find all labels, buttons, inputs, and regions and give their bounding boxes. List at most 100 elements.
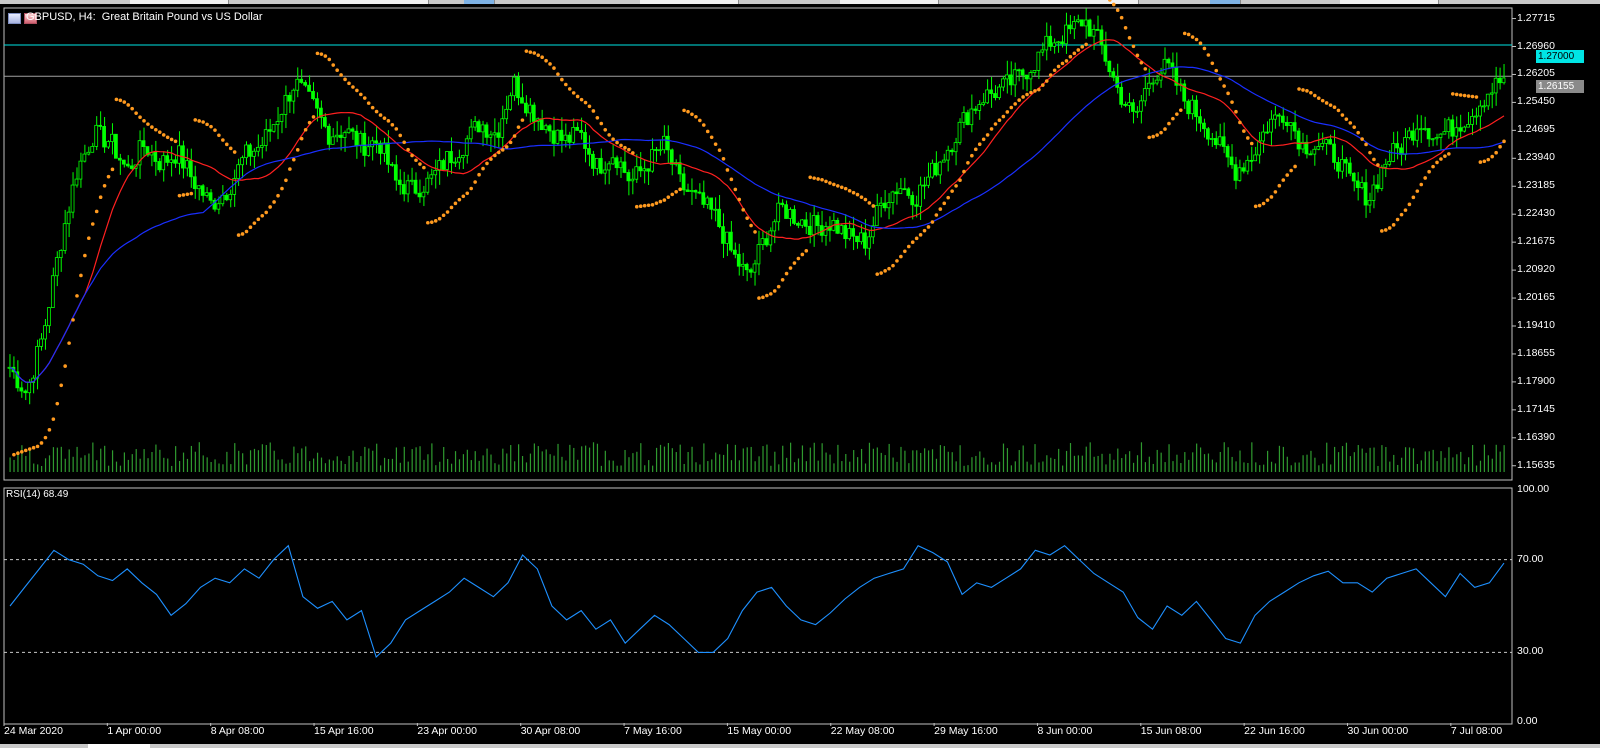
time-axis-label: 30 Apr 08:00: [520, 725, 581, 737]
chart-canvas[interactable]: [0, 0, 1600, 748]
volume-bar: [648, 460, 650, 472]
sar-dot: [977, 142, 982, 147]
candle-body: [161, 155, 166, 171]
volume-bar: [687, 452, 689, 472]
candle-body: [717, 208, 721, 227]
sar-dot: [508, 140, 513, 145]
volume-bar: [486, 448, 488, 472]
time-axis-label: 30 Jun 00:00: [1347, 725, 1409, 737]
sar-dot: [962, 169, 966, 174]
volume-bar: [454, 451, 457, 472]
candle-body: [752, 263, 757, 273]
candle-body: [1020, 69, 1025, 76]
sar-dot: [966, 160, 970, 165]
sar-dot: [457, 197, 462, 202]
volume-bar: [1393, 454, 1395, 472]
candle-body: [866, 236, 871, 249]
candle-body: [90, 145, 95, 153]
volume-bar: [1188, 459, 1190, 472]
sar-dot: [1439, 157, 1443, 161]
candle-body: [433, 170, 438, 176]
chart-tab-active[interactable]: [88, 744, 150, 748]
volume-bar: [1298, 462, 1300, 472]
sar-dot: [564, 82, 568, 87]
volume-bar: [1385, 446, 1387, 472]
candle-body: [985, 89, 989, 104]
candle-body: [654, 149, 658, 151]
volume-bar: [569, 444, 571, 472]
candle-body: [188, 160, 193, 178]
sar-dot: [118, 98, 123, 103]
volume-bar: [545, 449, 547, 472]
candle-body: [204, 192, 209, 196]
volume-bar: [955, 461, 957, 472]
volume-bar: [537, 446, 539, 472]
volume-bar: [439, 461, 441, 472]
volume-bar: [1294, 462, 1296, 472]
volume-bar: [1117, 448, 1119, 472]
candle-body: [346, 128, 351, 134]
sar-dot: [611, 137, 615, 141]
volume-bar: [829, 454, 831, 472]
sar-dot: [1041, 83, 1045, 87]
sar-dot: [1056, 64, 1061, 69]
candle-body: [843, 225, 848, 240]
volume-bar: [644, 465, 646, 472]
sar-dot: [90, 222, 95, 226]
sar-dot: [690, 112, 694, 117]
volume-bar: [1310, 450, 1312, 472]
sar-dot: [315, 51, 320, 56]
volume-bar: [1471, 445, 1474, 472]
sar-dot: [906, 244, 911, 249]
sar-dot: [126, 103, 131, 107]
rsi-line: [9, 544, 1505, 659]
volume-bar: [190, 445, 193, 472]
volume-bar: [1093, 456, 1095, 472]
volume-bar: [1420, 460, 1422, 472]
sar-dot: [209, 124, 213, 129]
volume-bar: [293, 446, 295, 472]
volume-bar: [1207, 453, 1210, 472]
volume-bar: [320, 457, 323, 472]
sar-dot: [441, 213, 446, 218]
sar-dot: [288, 167, 292, 171]
candle-body: [271, 124, 276, 132]
price-panel-frame: [3, 7, 1513, 481]
volume-bar: [423, 459, 425, 472]
volume-bar: [80, 457, 82, 472]
candle-body: [926, 176, 930, 186]
candle-body: [311, 90, 315, 100]
volume-bar: [991, 462, 993, 472]
volume-bar: [1341, 446, 1344, 472]
volume-bar: [916, 450, 918, 472]
volume-bar: [419, 446, 421, 472]
sar-dot: [260, 213, 265, 218]
volume-bar: [632, 453, 634, 472]
volume-bar: [691, 446, 693, 472]
sar-dot: [808, 175, 813, 180]
candle-body: [1001, 78, 1005, 88]
candle-body: [1450, 119, 1455, 137]
candle-body: [1048, 35, 1053, 47]
sar-dot: [1009, 105, 1014, 110]
volume-bar: [762, 446, 764, 472]
volume-bar: [178, 460, 181, 472]
volume-bar: [722, 454, 725, 472]
sar-dot: [268, 205, 272, 209]
volume-bar: [896, 461, 898, 472]
volume-bar: [1460, 451, 1462, 472]
candle-body: [1229, 156, 1234, 166]
volume-bar: [1365, 452, 1367, 472]
volume-bar: [951, 452, 953, 472]
volume-bar: [1211, 459, 1214, 472]
volume-bar: [265, 445, 267, 472]
candle-body: [1024, 74, 1029, 80]
sar-dot: [891, 263, 895, 268]
candle-body: [141, 140, 146, 147]
sar-dot: [1328, 103, 1333, 107]
candle-body: [389, 163, 394, 166]
candle-body: [732, 249, 737, 255]
candle-body: [78, 160, 83, 180]
sar-dot: [946, 195, 950, 200]
sar-dot: [335, 68, 339, 73]
